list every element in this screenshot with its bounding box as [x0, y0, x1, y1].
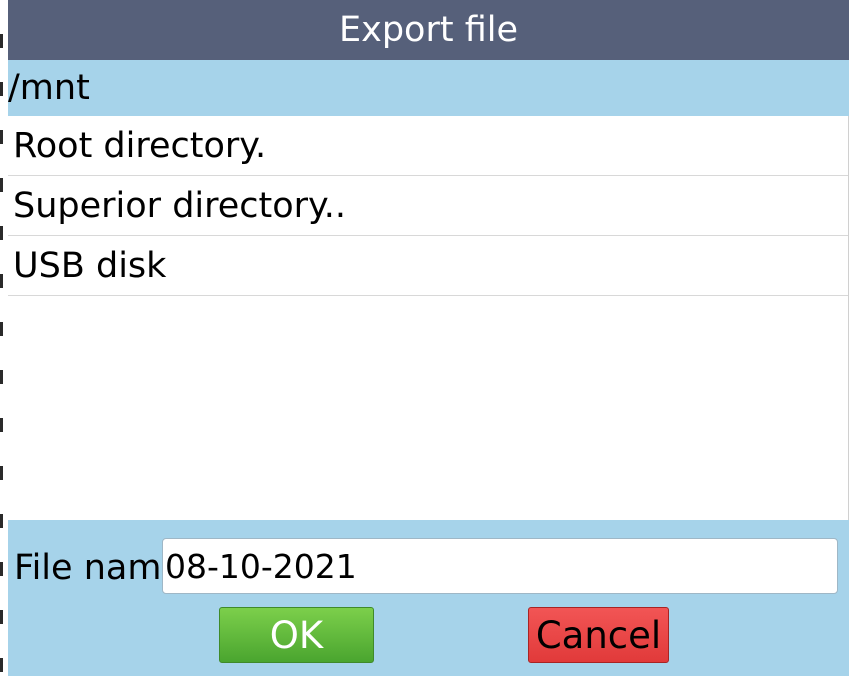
- cancel-button[interactable]: Cancel: [528, 607, 669, 663]
- window-edge: [0, 0, 3, 676]
- list-item-usb-disk[interactable]: USB disk: [8, 236, 848, 296]
- current-path: /mnt: [8, 67, 90, 108]
- list-item-label: Root directory.: [13, 125, 267, 166]
- list-item-root-directory[interactable]: Root directory.: [8, 116, 848, 176]
- filename-input[interactable]: [162, 538, 838, 594]
- directory-list: Root directory. Superior directory.. USB…: [8, 116, 849, 520]
- export-file-dialog: Export file /mnt Root directory. Superio…: [0, 0, 852, 676]
- cancel-button-label: Cancel: [535, 613, 662, 657]
- list-item-label: USB disk: [13, 245, 167, 286]
- current-path-bar: /mnt: [8, 60, 849, 116]
- dialog-title: Export file: [339, 10, 518, 50]
- filename-label: File name: [14, 548, 164, 588]
- ok-button[interactable]: OK: [219, 607, 374, 663]
- dialog-title-bar: Export file: [8, 0, 849, 60]
- list-item-superior-directory[interactable]: Superior directory..: [8, 176, 848, 236]
- list-item-label: Superior directory..: [13, 185, 347, 226]
- ok-button-label: OK: [269, 613, 324, 657]
